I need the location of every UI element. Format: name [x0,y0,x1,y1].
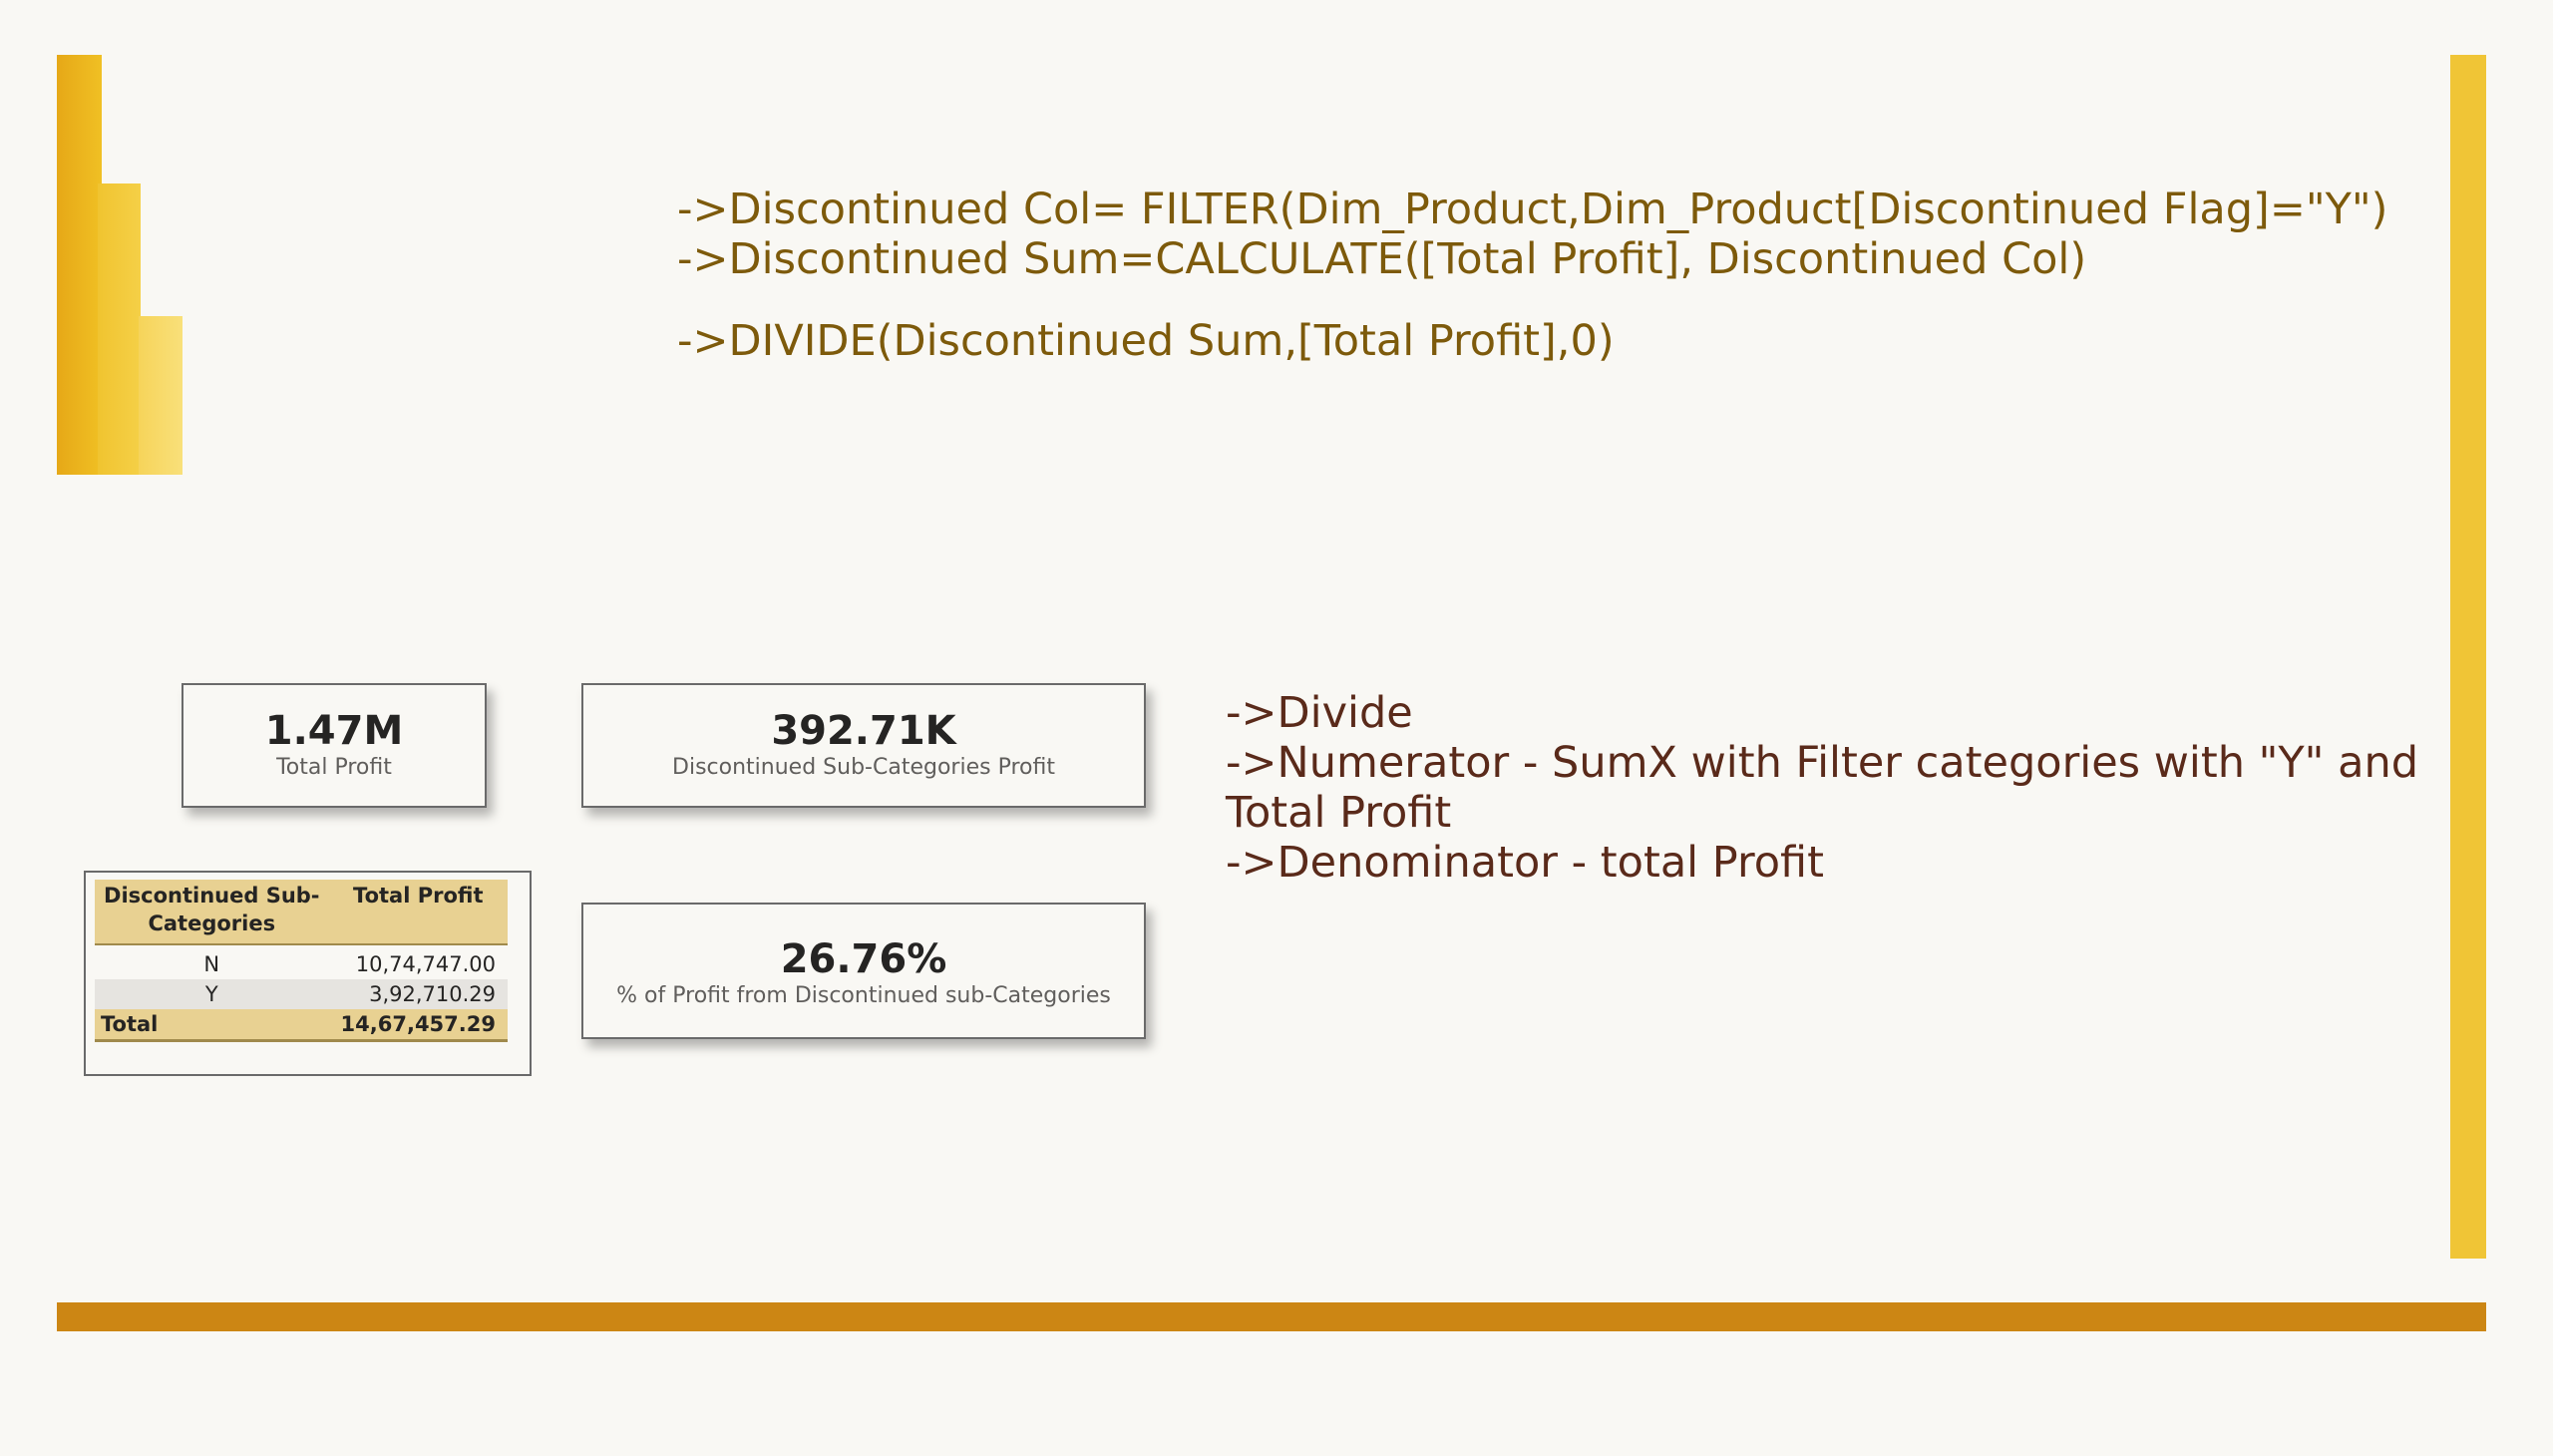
card-pct-profit[interactable]: 26.76% % of Profit from Discontinued sub… [581,903,1146,1039]
logo-bar-medium [98,183,141,475]
card-pct-profit-value: 26.76% [780,936,947,982]
table-cell-profit: 10,74,747.00 [355,952,496,976]
right-accent-bar [2450,55,2486,1259]
discontinued-profit-table[interactable]: Discontinued Sub-Categories Total Profit… [84,871,532,1076]
card-total-profit-label: Total Profit [276,755,392,780]
card-total-profit-value: 1.47M [264,708,404,754]
explanation-line-denominator: ->Denominator - total Profit [1226,838,1824,888]
formula-divide: ->DIVIDE(Discontinued Sum,[Total Profit]… [677,316,1615,366]
card-discontinued-profit-value: 392.71K [771,708,956,754]
column-header-profit[interactable]: Total Profit [328,880,508,945]
logo-bar-short [139,316,182,475]
table-total-row: Total 14,67,457.29 [95,1009,508,1042]
card-discontinued-profit[interactable]: 392.71K Discontinued Sub-Categories Prof… [581,683,1146,808]
power-bi-logo-icon [57,55,182,475]
card-pct-profit-label: % of Profit from Discontinued sub-Catego… [616,983,1111,1008]
table-cell-category: Y [95,979,329,1009]
table-grid: Discontinued Sub-Categories Total Profit… [95,880,508,1042]
table-header-row: Discontinued Sub-Categories Total Profit [95,880,508,945]
table-cell-category: N [203,952,220,976]
table-total-label: Total [95,1009,329,1042]
formula-discontinued-sum: ->Discontinued Sum=CALCULATE([Total Prof… [677,234,2087,284]
card-total-profit[interactable]: 1.47M Total Profit [182,683,487,808]
table-total-profit: 14,67,457.29 [328,1009,508,1042]
explanation-line-divide: ->Divide [1226,688,1413,738]
explanation-text: ->Divide ->Numerator - SumX with Filter … [1226,688,2452,888]
table-row[interactable]: N 10,74,747.00 [95,949,508,979]
bottom-accent-bar [57,1302,2486,1331]
formula-discontinued-col: ->Discontinued Col= FILTER(Dim_Product,D… [677,184,2388,234]
table-row[interactable]: Y 3,92,710.29 [95,979,508,1009]
logo-bar-tall [57,55,102,475]
column-header-category[interactable]: Discontinued Sub-Categories [95,880,329,945]
card-discontinued-profit-label: Discontinued Sub-Categories Profit [672,755,1055,780]
report-page: ->Discontinued Col= FILTER(Dim_Product,D… [0,0,2553,1456]
table-cell-profit: 3,92,710.29 [328,979,508,1009]
explanation-line-numerator: ->Numerator - SumX with Filter categorie… [1226,738,2419,838]
